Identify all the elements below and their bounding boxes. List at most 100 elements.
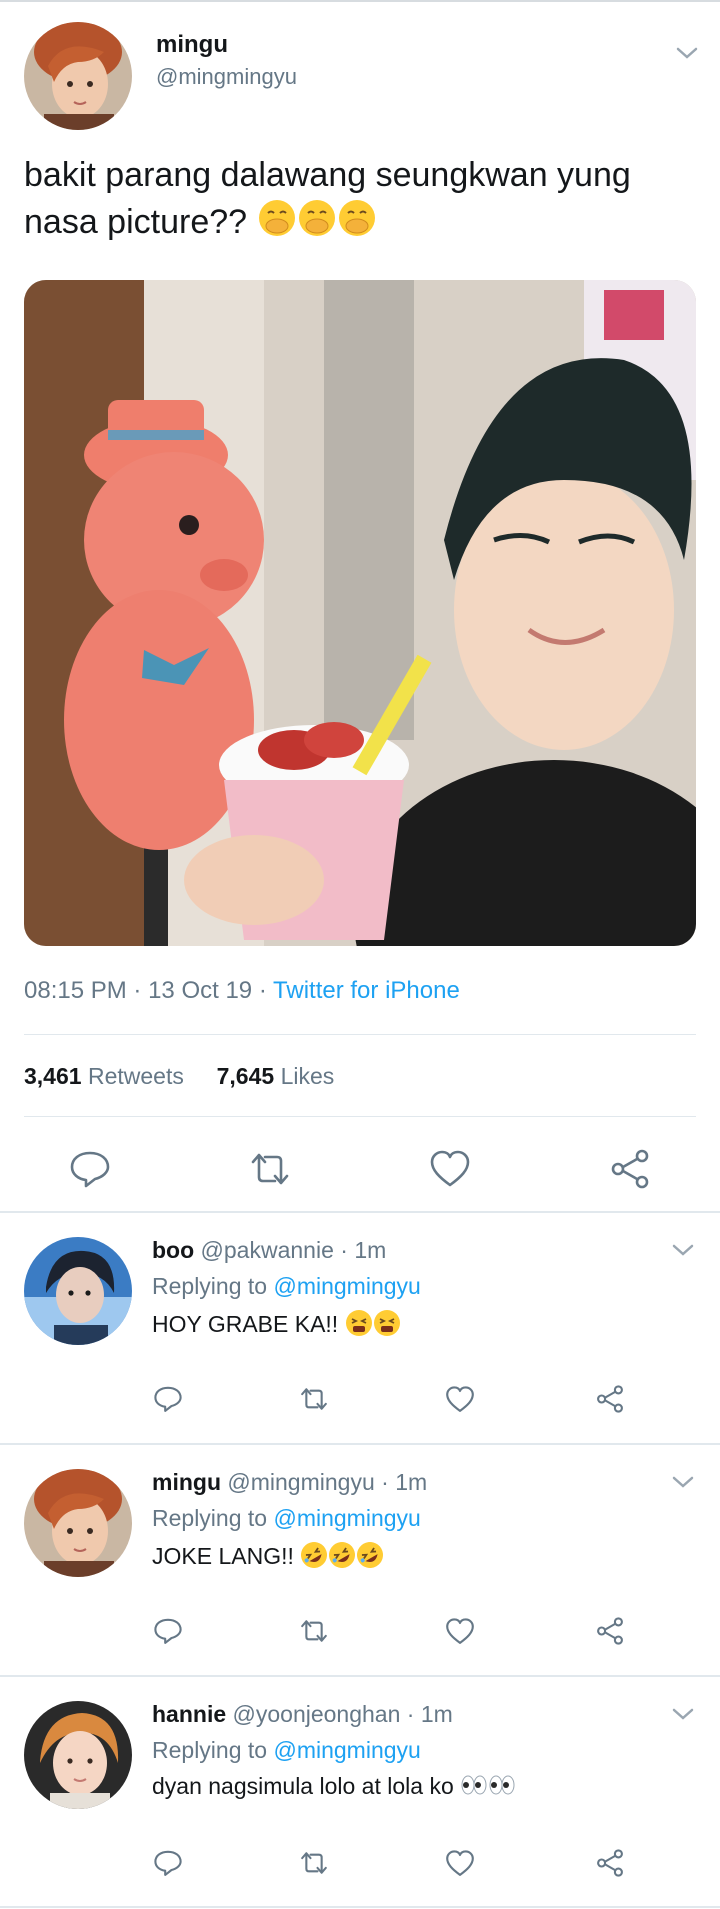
retweet-button[interactable] bbox=[294, 1611, 334, 1651]
retweet-icon bbox=[251, 1153, 289, 1185]
share-button[interactable] bbox=[590, 1843, 630, 1883]
reply-avatar[interactable] bbox=[24, 1469, 132, 1577]
chevron-down-icon[interactable] bbox=[672, 1243, 694, 1257]
reply-header: boo @pakwannie · 1m bbox=[152, 1237, 386, 1264]
tweet-source-link[interactable]: Twitter for iPhone bbox=[273, 977, 460, 1004]
author-avatar[interactable] bbox=[24, 22, 132, 130]
reply-author-name[interactable]: mingu bbox=[152, 1469, 221, 1495]
reply-icon bbox=[154, 1618, 182, 1644]
chevron-down-icon[interactable] bbox=[672, 1707, 694, 1721]
reply-button[interactable] bbox=[148, 1379, 188, 1419]
tweet-text: bakit parang dalawang seungkwan yung nas… bbox=[24, 152, 684, 250]
heart-icon bbox=[446, 1849, 474, 1876]
rolling-laughing-emoji bbox=[328, 1541, 356, 1575]
meta-separator: · bbox=[381, 1469, 389, 1495]
meta-separator: · bbox=[258, 977, 267, 1004]
reply-avatar[interactable] bbox=[24, 1701, 132, 1809]
retweet-button[interactable] bbox=[244, 1144, 296, 1194]
tweet-time: 08:15 PM bbox=[24, 977, 127, 1004]
reply-button[interactable] bbox=[64, 1144, 116, 1194]
replying-prefix: Replying to bbox=[152, 1737, 268, 1763]
reply-body: JOKE LANG!! bbox=[152, 1543, 294, 1570]
eyes-emoji bbox=[488, 1774, 516, 1802]
replying-handle-link[interactable]: @mingmingyu bbox=[273, 1505, 420, 1531]
reply-tweet[interactable]: hannie @yoonjeonghan · 1m Replying to @m… bbox=[0, 1677, 720, 1907]
likes-count: 7,645 bbox=[216, 1063, 275, 1089]
likes-label: Likes bbox=[280, 1063, 335, 1089]
share-button[interactable] bbox=[604, 1144, 656, 1194]
retweets-count: 3,461 bbox=[24, 1063, 82, 1089]
tired-face-emoji bbox=[345, 1309, 373, 1343]
chevron-down-icon[interactable] bbox=[676, 46, 698, 60]
reply-text: JOKE LANG!! bbox=[152, 1541, 384, 1575]
replying-handle-link[interactable]: @mingmingyu bbox=[273, 1737, 420, 1763]
chevron-down-icon[interactable] bbox=[672, 1475, 694, 1489]
likes-stat[interactable]: 7,645 Likes bbox=[217, 1063, 335, 1089]
reply-body: HOY GRABE KA!! bbox=[152, 1311, 339, 1338]
like-button[interactable] bbox=[440, 1379, 480, 1419]
retweets-label: Retweets bbox=[87, 1063, 184, 1089]
share-icon bbox=[611, 1149, 649, 1189]
retweets-stat[interactable]: 3,461 Retweets bbox=[24, 1063, 184, 1089]
meta-separator: · bbox=[340, 1237, 348, 1263]
heart-icon bbox=[446, 1617, 474, 1644]
replying-to: Replying to @mingmingyu bbox=[152, 1273, 421, 1300]
hand-over-mouth-emoji bbox=[337, 198, 377, 250]
author-handle[interactable]: @mingmingyu bbox=[156, 64, 297, 90]
replying-handle-link[interactable]: @mingmingyu bbox=[273, 1273, 420, 1299]
like-button[interactable] bbox=[440, 1843, 480, 1883]
share-button[interactable] bbox=[590, 1379, 630, 1419]
share-icon bbox=[597, 1849, 623, 1877]
meta-separator: · bbox=[133, 977, 142, 1004]
hand-over-mouth-emoji bbox=[297, 198, 337, 250]
reply-author-handle[interactable]: @yoonjeonghan bbox=[233, 1701, 401, 1727]
reply-author-name[interactable]: boo bbox=[152, 1237, 194, 1263]
like-button[interactable] bbox=[440, 1611, 480, 1651]
rolling-laughing-emoji bbox=[356, 1541, 384, 1575]
hand-over-mouth-emoji bbox=[257, 198, 297, 250]
replying-to: Replying to @mingmingyu bbox=[152, 1737, 421, 1764]
reply-avatar[interactable] bbox=[24, 1237, 132, 1345]
tweet-metadata: 08:15 PM · 13 Oct 19 · Twitter for iPhon… bbox=[24, 977, 460, 1005]
like-button[interactable] bbox=[424, 1144, 476, 1194]
retweet-button[interactable] bbox=[294, 1843, 334, 1883]
retweet-icon bbox=[301, 1620, 327, 1642]
reply-button[interactable] bbox=[148, 1843, 188, 1883]
reply-header: hannie @yoonjeonghan · 1m bbox=[152, 1701, 453, 1728]
eyes-emoji bbox=[460, 1774, 488, 1802]
retweet-button[interactable] bbox=[294, 1379, 334, 1419]
reply-button[interactable] bbox=[148, 1611, 188, 1651]
reply-age: 1m bbox=[420, 1701, 453, 1727]
divider bbox=[24, 1034, 696, 1035]
main-tweet: mingu @mingmingyu bakit parang dalawang … bbox=[0, 2, 720, 1212]
tweet-photo[interactable] bbox=[24, 280, 696, 946]
rolling-laughing-emoji bbox=[300, 1541, 328, 1575]
reply-author-handle[interactable]: @mingmingyu bbox=[227, 1469, 374, 1495]
reply-text: HOY GRABE KA!! bbox=[152, 1309, 401, 1343]
divider bbox=[24, 1116, 696, 1117]
heart-icon bbox=[446, 1385, 474, 1412]
reply-text: dyan nagsimula lolo at lola ko bbox=[152, 1773, 516, 1802]
divider bbox=[0, 1906, 720, 1908]
reply-age: 1m bbox=[354, 1237, 387, 1263]
replying-prefix: Replying to bbox=[152, 1273, 268, 1299]
reply-body: dyan nagsimula lolo at lola ko bbox=[152, 1773, 454, 1799]
share-icon bbox=[597, 1385, 623, 1413]
replying-to: Replying to @mingmingyu bbox=[152, 1505, 421, 1532]
author-name[interactable]: mingu bbox=[156, 31, 228, 59]
retweet-icon bbox=[301, 1852, 327, 1874]
share-icon bbox=[597, 1617, 623, 1645]
reply-age: 1m bbox=[395, 1469, 428, 1495]
tired-face-emoji bbox=[373, 1309, 401, 1343]
share-button[interactable] bbox=[590, 1611, 630, 1651]
replying-prefix: Replying to bbox=[152, 1505, 268, 1531]
reply-icon bbox=[154, 1850, 182, 1876]
meta-separator: · bbox=[406, 1701, 415, 1727]
reply-icon bbox=[70, 1151, 110, 1188]
reply-author-name[interactable]: hannie bbox=[152, 1701, 226, 1727]
reply-tweet[interactable]: mingu @mingmingyu · 1m Replying to @ming… bbox=[0, 1445, 720, 1675]
retweet-icon bbox=[301, 1388, 327, 1410]
reply-tweet[interactable]: boo @pakwannie · 1m Replying to @mingmin… bbox=[0, 1213, 720, 1443]
reply-header: mingu @mingmingyu · 1m bbox=[152, 1469, 427, 1496]
reply-author-handle[interactable]: @pakwannie bbox=[201, 1237, 334, 1263]
